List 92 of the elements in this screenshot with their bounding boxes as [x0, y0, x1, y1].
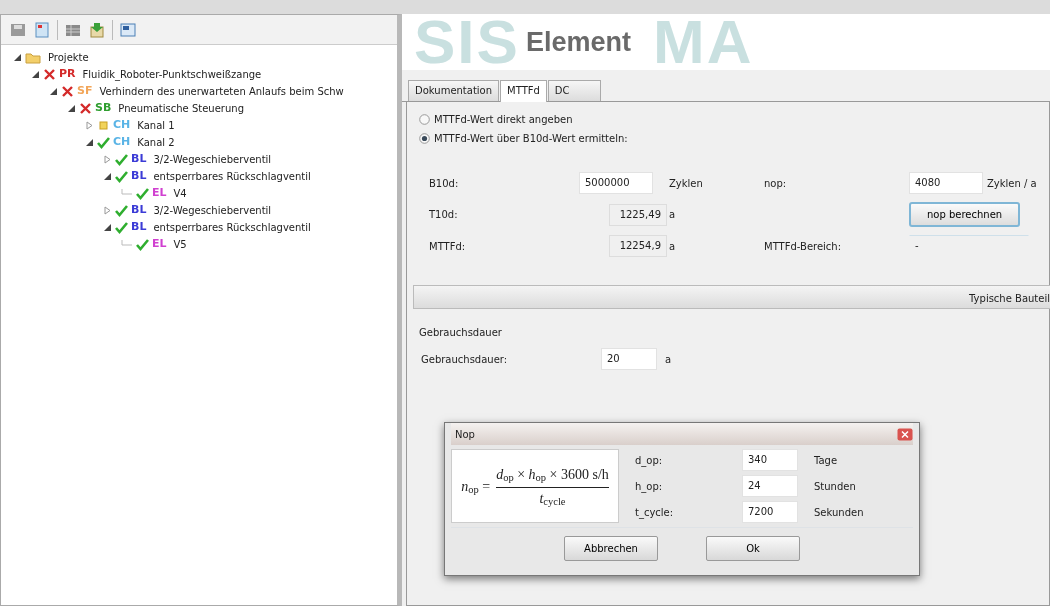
field-label: MTTFd: [429, 239, 467, 254]
square-icon [97, 119, 110, 132]
type-tag: BL [131, 219, 147, 236]
folder-icon [25, 51, 41, 64]
unit-label: a [665, 352, 672, 367]
unit-label: Zyklen / a [987, 176, 1037, 191]
tree-item[interactable]: 3/2-Wegeschieberventil [153, 203, 272, 218]
input-field[interactable]: 20 [601, 348, 657, 370]
collapse-arrow-icon[interactable] [85, 138, 94, 147]
type-tag: EL [152, 236, 167, 253]
error-icon [79, 102, 92, 115]
field-label: d_op: [635, 453, 664, 468]
dialog-button[interactable]: Ok [706, 536, 800, 561]
tree-connector [121, 240, 133, 249]
unit-label: a [669, 208, 677, 222]
tree-item[interactable]: Verhindern des unerwarteten Anlaufs beim Schw [99, 84, 344, 99]
field-label: T10d: [429, 208, 459, 222]
radio-button[interactable] [419, 133, 430, 144]
type-tag: EL [152, 185, 167, 202]
field-label: nop: [764, 176, 788, 191]
collapse-arrow-icon[interactable] [103, 223, 112, 232]
close-icon[interactable] [897, 427, 913, 441]
tree-item[interactable]: Projekte [48, 50, 89, 65]
error-icon [43, 68, 56, 81]
check-icon [115, 153, 128, 166]
window-icon[interactable] [119, 20, 137, 39]
input-field[interactable]: 24 [742, 475, 798, 497]
collapse-arrow-icon[interactable] [103, 172, 112, 181]
field-label: MTTFd-Bereich: [764, 239, 843, 254]
check-icon [136, 238, 149, 251]
check-icon [115, 204, 128, 217]
type-tag: PR [59, 66, 76, 83]
field-label: B10d: [429, 176, 460, 191]
collapse-arrow-icon[interactable] [67, 104, 76, 113]
type-tag: SB [95, 100, 112, 117]
input-field[interactable]: 4080 [909, 172, 983, 194]
tree-item[interactable]: V4 [173, 186, 187, 201]
formula: n$_{op}$ = d$_{op}$ × h$_{op}$ × 3600 s/h t$_{cycle}$ [451, 449, 619, 523]
tree-connector [121, 189, 133, 198]
option-label: MTTFd-Wert über B10d-Wert ermitteln: [434, 132, 628, 146]
type-tag: BL [131, 151, 147, 168]
tab[interactable]: DC [547, 80, 601, 101]
unit-label: Tage [814, 453, 839, 468]
check-icon [136, 187, 149, 200]
tree-item[interactable]: entsperrbares Rückschlagventil [153, 169, 311, 184]
field-label: Gebrauchsdauer: [421, 352, 509, 367]
type-tag: BL [131, 202, 147, 219]
dialog-title: Nop [454, 427, 475, 442]
check-icon [97, 136, 110, 149]
tree-item[interactable]: Fluidik_Roboter-Punktschweißzange [82, 67, 262, 82]
tree-item[interactable]: V5 [173, 237, 187, 252]
input-field[interactable]: 7200 [742, 501, 798, 523]
expand-arrow-icon[interactable] [103, 206, 112, 215]
section-title: Element [525, 25, 631, 59]
readonly-field: - [909, 235, 1029, 257]
tab[interactable]: MTTFd [500, 80, 547, 102]
unit-label: Stunden [814, 479, 857, 494]
type-tag: BL [131, 168, 147, 185]
type-tag: CH [113, 117, 131, 134]
export-icon[interactable] [88, 20, 106, 39]
field-label: h_op: [635, 479, 664, 494]
check-icon [115, 170, 128, 183]
input-field[interactable]: 5000000 [579, 172, 653, 194]
document-icon[interactable] [33, 20, 51, 39]
tree-item[interactable]: entsperrbares Rückschlagventil [153, 220, 311, 235]
tab[interactable]: Dokumentation [408, 80, 500, 101]
dialog-button[interactable]: Abbrechen [564, 536, 658, 561]
tree-item[interactable]: Pneumatische Steuerung [118, 101, 244, 116]
tree-item[interactable]: Kanal 2 [137, 135, 175, 150]
collapse-arrow-icon[interactable] [31, 70, 40, 79]
type-tag: CH [113, 134, 131, 151]
collapse-arrow-icon[interactable] [13, 53, 22, 62]
unit-label: Sekunden [814, 505, 864, 520]
section-bar[interactable]: Typische Bauteil [413, 285, 1050, 309]
error-icon [61, 85, 74, 98]
option-label: MTTFd-Wert direkt angeben [434, 113, 573, 127]
tree-item[interactable]: Kanal 1 [137, 118, 175, 133]
input-field[interactable]: 340 [742, 449, 798, 471]
tree-item[interactable]: 3/2-Wegeschieberventil [153, 152, 272, 167]
unit-label: Zyklen [669, 176, 704, 191]
calculate-button[interactable]: nop berechnen [909, 202, 1021, 227]
radio-button[interactable] [419, 114, 430, 125]
field-label: t_cycle: [635, 505, 675, 520]
unit-label: a [669, 239, 677, 254]
type-tag: SF [77, 83, 93, 100]
check-icon [115, 221, 128, 234]
readonly-field: 12254,9 [609, 235, 667, 257]
expand-arrow-icon[interactable] [85, 121, 94, 130]
expand-arrow-icon[interactable] [103, 155, 112, 164]
readonly-field: 1225,49 [609, 203, 667, 226]
collapse-arrow-icon[interactable] [49, 87, 58, 96]
group-title: Gebrauchsdauer [419, 326, 503, 340]
